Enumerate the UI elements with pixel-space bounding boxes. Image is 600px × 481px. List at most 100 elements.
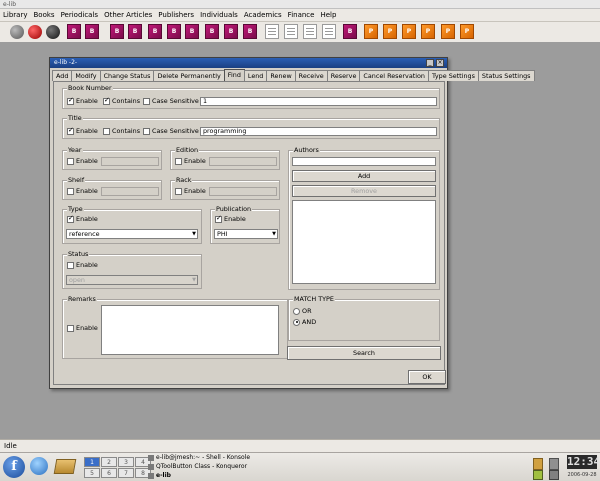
black-ball-icon[interactable] xyxy=(46,25,60,39)
search-button[interactable]: Search xyxy=(287,346,441,360)
menu-help[interactable]: Help xyxy=(317,11,339,19)
task-konsole[interactable]: e-lib@jmesh:~ - Shell - Konsole xyxy=(148,454,278,462)
match-and-radio[interactable]: AND xyxy=(293,318,316,327)
tab-modify[interactable]: Modify xyxy=(71,70,101,81)
periodical-icon[interactable]: P xyxy=(383,24,397,39)
checkbox[interactable] xyxy=(67,126,74,135)
tab-lend[interactable]: Lend xyxy=(243,70,268,81)
radio-button[interactable] xyxy=(293,307,300,315)
title-case-sensitive[interactable]: Case Sensitive xyxy=(143,127,199,136)
edition-enable[interactable]: Enable xyxy=(175,157,206,166)
document-icon[interactable] xyxy=(322,24,336,39)
periodical-icon[interactable]: P xyxy=(421,24,435,39)
checkbox[interactable] xyxy=(67,324,74,332)
periodical-icon[interactable]: P xyxy=(441,24,455,39)
periodical-icon[interactable]: P xyxy=(402,24,416,39)
desktop-pager-6[interactable]: 6 xyxy=(101,468,117,478)
match-or-radio[interactable]: OR xyxy=(293,307,312,316)
tab-reserve[interactable]: Reserve xyxy=(326,70,361,81)
rack-input[interactable] xyxy=(209,187,277,196)
checkbox[interactable] xyxy=(143,97,150,105)
checkbox[interactable] xyxy=(67,187,74,195)
book-icon[interactable]: B xyxy=(67,24,81,39)
checkbox[interactable] xyxy=(175,157,182,165)
publication-select[interactable]: PHI ▼ xyxy=(214,229,278,239)
tab-renew[interactable]: Renew xyxy=(266,70,296,81)
remove-author-button[interactable]: Remove xyxy=(292,185,436,197)
tray-icon[interactable] xyxy=(549,458,559,470)
task-konqueror[interactable]: QToolButton Class - Konqueror xyxy=(148,463,278,471)
book-icon[interactable]: B xyxy=(224,24,238,39)
title-enable[interactable]: Enable xyxy=(67,126,98,136)
menu-individuals[interactable]: Individuals xyxy=(197,11,241,19)
book-icon[interactable]: B xyxy=(205,24,219,39)
periodical-icon[interactable]: P xyxy=(460,24,474,39)
ok-button[interactable]: OK xyxy=(408,370,446,384)
checkbox[interactable] xyxy=(143,127,150,135)
periodical-icon[interactable]: P xyxy=(364,24,378,39)
menu-finance[interactable]: Finance xyxy=(285,11,318,19)
type-enable[interactable]: Enable xyxy=(67,214,98,224)
browser-globe-icon[interactable] xyxy=(30,457,48,475)
authors-list[interactable] xyxy=(292,200,436,284)
checkbox[interactable] xyxy=(103,96,110,105)
clipboard-icon[interactable] xyxy=(533,458,543,470)
book-number-input[interactable]: 1 xyxy=(200,97,437,106)
status-select[interactable]: open ▼ xyxy=(66,275,198,285)
checkbox[interactable] xyxy=(103,127,110,135)
title-contains[interactable]: Contains xyxy=(103,127,140,136)
gray-ball-icon[interactable] xyxy=(10,25,24,39)
checkbox[interactable] xyxy=(175,187,182,195)
add-author-button[interactable]: Add xyxy=(292,170,436,182)
title-input[interactable]: programming xyxy=(200,127,437,136)
edition-input[interactable] xyxy=(209,157,277,166)
type-select[interactable]: reference ▼ xyxy=(66,229,198,239)
checkbox[interactable] xyxy=(67,157,74,165)
publication-enable[interactable]: Enable xyxy=(215,214,246,224)
desktop-pager-2[interactable]: 2 xyxy=(101,457,117,467)
shelf-enable[interactable]: Enable xyxy=(67,187,98,196)
book-icon[interactable]: B xyxy=(110,24,124,39)
menu-publishers[interactable]: Publishers xyxy=(155,11,197,19)
document-icon[interactable] xyxy=(303,24,317,39)
desktop-pager-7[interactable]: 7 xyxy=(118,468,134,478)
book-number-case-sensitive[interactable]: Case Sensitive xyxy=(143,97,199,106)
close-icon[interactable]: × xyxy=(436,59,444,67)
menu-periodicals[interactable]: Periodicals xyxy=(58,11,102,19)
checkbox[interactable] xyxy=(67,214,74,223)
volume-icon[interactable] xyxy=(549,470,559,480)
tab-change-status[interactable]: Change Status xyxy=(99,70,155,81)
book-icon[interactable]: B xyxy=(148,24,162,39)
document-icon[interactable] xyxy=(284,24,298,39)
tab-add[interactable]: Add xyxy=(52,70,73,81)
menu-other-articles[interactable]: Other Articles xyxy=(101,11,155,19)
tab-type-settings[interactable]: Type Settings xyxy=(427,70,479,81)
remarks-enable[interactable]: Enable xyxy=(67,324,98,333)
checkbox[interactable] xyxy=(215,214,222,223)
book-icon[interactable]: B xyxy=(85,24,99,39)
menu-academics[interactable]: Academics xyxy=(241,11,285,19)
author-input[interactable] xyxy=(292,157,436,166)
checkbox[interactable] xyxy=(67,261,74,269)
network-icon[interactable] xyxy=(533,470,543,480)
remarks-textarea[interactable] xyxy=(101,305,279,355)
year-input[interactable] xyxy=(101,157,159,166)
status-enable[interactable]: Enable xyxy=(67,261,98,270)
tab-receive[interactable]: Receive xyxy=(294,70,328,81)
book-number-enable[interactable]: Enable xyxy=(67,96,98,106)
book-icon[interactable]: B xyxy=(343,24,357,39)
book-number-contains[interactable]: Contains xyxy=(103,96,140,106)
tab-status-settings[interactable]: Status Settings xyxy=(477,70,535,81)
tab-cancel-reservation[interactable]: Cancel Reservation xyxy=(359,70,429,81)
desktop-pager-1[interactable]: 1 xyxy=(84,457,100,467)
checkbox[interactable] xyxy=(67,96,74,105)
radio-button[interactable] xyxy=(293,318,300,326)
rack-enable[interactable]: Enable xyxy=(175,187,206,196)
book-icon[interactable]: B xyxy=(128,24,142,39)
desktop-pager-5[interactable]: 5 xyxy=(84,468,100,478)
document-icon[interactable] xyxy=(265,24,279,39)
tab-delete-permanently[interactable]: Delete Permanently xyxy=(153,70,225,81)
task-elib[interactable]: e-lib xyxy=(148,472,278,480)
tab-find[interactable]: Find xyxy=(223,69,245,81)
book-icon[interactable]: B xyxy=(185,24,199,39)
